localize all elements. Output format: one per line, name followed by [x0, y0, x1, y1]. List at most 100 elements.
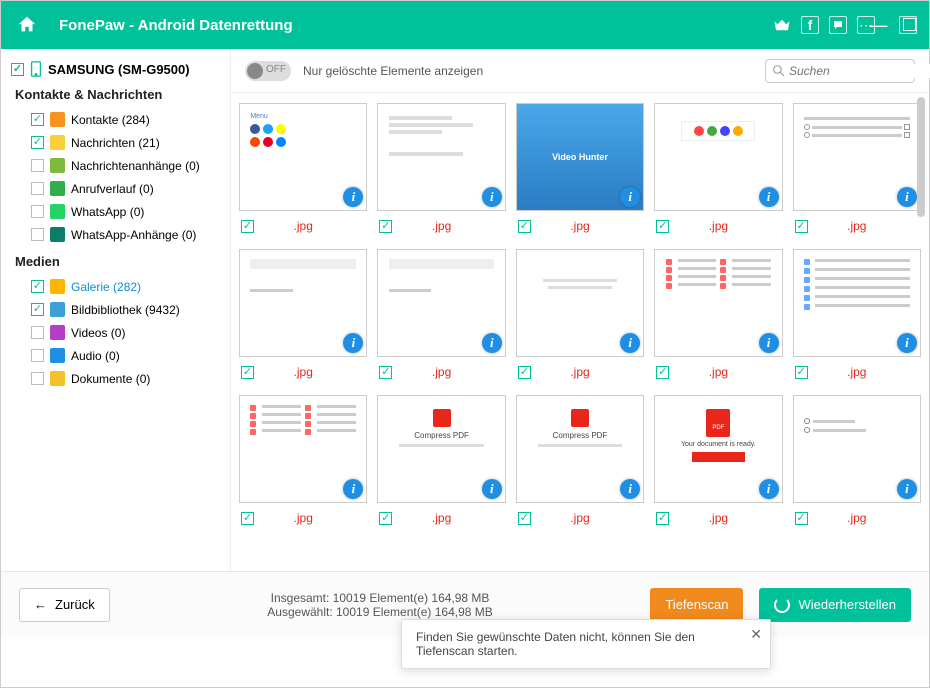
sidebar-item-8[interactable]: Videos (0) — [11, 321, 226, 344]
thumb-checkbox[interactable]: ✓ — [379, 366, 392, 379]
home-button[interactable] — [13, 11, 41, 39]
item-checkbox[interactable] — [31, 228, 44, 241]
item-checkbox[interactable]: ✓ — [31, 113, 44, 126]
thumbnail[interactable]: i — [239, 249, 367, 357]
sidebar-item-10[interactable]: Dokumente (0) — [11, 367, 226, 390]
thumbnail[interactable]: i — [793, 103, 921, 211]
thumb-checkbox[interactable]: ✓ — [379, 220, 392, 233]
scrollbar[interactable] — [917, 97, 925, 567]
thumb-checkbox[interactable]: ✓ — [241, 220, 254, 233]
arrow-left-icon: ← — [34, 597, 47, 612]
thumbnail-cell[interactable]: i✓.jpg — [377, 103, 505, 237]
back-button[interactable]: ← Zurück — [19, 588, 110, 622]
thumbnail-cell[interactable]: i✓.jpg — [793, 103, 921, 237]
item-checkbox[interactable] — [31, 326, 44, 339]
thumbnail-cell[interactable]: i✓.jpg — [516, 249, 644, 383]
info-icon[interactable]: i — [897, 333, 917, 353]
thumbnail[interactable]: i — [654, 103, 782, 211]
sidebar-item-4[interactable]: WhatsApp (0) — [11, 200, 226, 223]
item-checkbox[interactable] — [31, 182, 44, 195]
thumb-checkbox[interactable]: ✓ — [518, 220, 531, 233]
thumbnail-cell[interactable]: Menui✓.jpg — [239, 103, 367, 237]
thumbnail-cell[interactable]: PDFYour document is ready.i✓.jpg — [654, 395, 782, 529]
info-icon[interactable]: i — [482, 187, 502, 207]
sidebar-item-9[interactable]: Audio (0) — [11, 344, 226, 367]
deleted-only-toggle[interactable]: OFF — [245, 61, 291, 81]
thumbnail-cell[interactable]: i✓.jpg — [239, 249, 367, 383]
item-checkbox[interactable] — [31, 159, 44, 172]
thumb-checkbox[interactable]: ✓ — [241, 512, 254, 525]
thumbnail-cell[interactable]: i✓.jpg — [793, 249, 921, 383]
search-input[interactable] — [789, 64, 930, 78]
thumbnail-cell[interactable]: i✓.jpg — [654, 103, 782, 237]
thumbnail[interactable]: Compress PDFi — [377, 395, 505, 503]
sidebar-item-6[interactable]: ✓Galerie (282) — [11, 275, 226, 298]
thumbnail-cell[interactable]: Compress PDFi✓.jpg — [516, 395, 644, 529]
thumb-checkbox[interactable]: ✓ — [656, 366, 669, 379]
info-icon[interactable]: i — [759, 187, 779, 207]
thumbnail[interactable]: i — [793, 249, 921, 357]
thumb-checkbox[interactable]: ✓ — [795, 366, 808, 379]
thumbnail-cell[interactable]: i✓.jpg — [793, 395, 921, 529]
search-box[interactable] — [765, 59, 915, 83]
info-icon[interactable]: i — [759, 479, 779, 499]
thumbnail[interactable]: i — [377, 103, 505, 211]
thumb-checkbox[interactable]: ✓ — [518, 366, 531, 379]
sidebar-item-5[interactable]: WhatsApp-Anhänge (0) — [11, 223, 226, 246]
thumbnail[interactable]: Menui — [239, 103, 367, 211]
thumbnail[interactable]: i — [793, 395, 921, 503]
info-icon[interactable]: i — [482, 333, 502, 353]
item-checkbox[interactable] — [31, 205, 44, 218]
sidebar-item-1[interactable]: ✓Nachrichten (21) — [11, 131, 226, 154]
thumb-checkbox[interactable]: ✓ — [241, 366, 254, 379]
thumbnail-cell[interactable]: i✓.jpg — [239, 395, 367, 529]
sidebar-item-7[interactable]: ✓Bildbibliothek (9432) — [11, 298, 226, 321]
info-icon[interactable]: i — [759, 333, 779, 353]
item-checkbox[interactable]: ✓ — [31, 280, 44, 293]
thumb-checkbox[interactable]: ✓ — [656, 512, 669, 525]
deepscan-button[interactable]: Tiefenscan — [650, 588, 743, 622]
info-icon[interactable]: i — [620, 333, 640, 353]
sidebar-item-3[interactable]: Anrufverlauf (0) — [11, 177, 226, 200]
thumb-checkbox[interactable]: ✓ — [518, 512, 531, 525]
thumbnail[interactable]: Video Hunteri — [516, 103, 644, 211]
info-icon[interactable]: i — [343, 479, 363, 499]
feedback-icon[interactable] — [829, 16, 847, 34]
info-icon[interactable]: i — [620, 479, 640, 499]
info-icon[interactable]: i — [343, 187, 363, 207]
thumb-checkbox[interactable]: ✓ — [379, 512, 392, 525]
sidebar-item-label: Nachrichtenanhänge (0) — [71, 159, 200, 173]
item-checkbox[interactable]: ✓ — [31, 136, 44, 149]
device-checkbox[interactable]: ✓ — [11, 63, 24, 76]
info-icon[interactable]: i — [343, 333, 363, 353]
thumb-checkbox[interactable]: ✓ — [795, 512, 808, 525]
file-ext: .jpg — [709, 365, 728, 379]
thumbnail-cell[interactable]: Video Hunteri✓.jpg — [516, 103, 644, 237]
thumbnail[interactable]: i — [239, 395, 367, 503]
sidebar-item-0[interactable]: ✓Kontakte (284) — [11, 108, 226, 131]
sidebar-item-2[interactable]: Nachrichtenanhänge (0) — [11, 154, 226, 177]
minimize-button[interactable]: — — [869, 16, 887, 34]
thumbnail[interactable]: Compress PDFi — [516, 395, 644, 503]
premium-icon[interactable] — [773, 16, 791, 34]
thumbnail-cell[interactable]: i✓.jpg — [377, 249, 505, 383]
item-checkbox[interactable] — [31, 349, 44, 362]
thumbnail-cell[interactable]: Compress PDFi✓.jpg — [377, 395, 505, 529]
thumbnail[interactable]: i — [654, 249, 782, 357]
item-checkbox[interactable]: ✓ — [31, 303, 44, 316]
tooltip-close[interactable]: ✕ — [750, 626, 762, 643]
maximize-button[interactable]: ☐ — [901, 16, 917, 34]
info-icon[interactable]: i — [897, 479, 917, 499]
facebook-icon[interactable]: f — [801, 16, 819, 34]
item-checkbox[interactable] — [31, 372, 44, 385]
thumbnail-cell[interactable]: i ✓ .jpg — [654, 249, 782, 383]
info-icon[interactable]: i — [897, 187, 917, 207]
thumb-checkbox[interactable]: ✓ — [795, 220, 808, 233]
info-icon[interactable]: i — [482, 479, 502, 499]
device-row[interactable]: ✓ SAMSUNG (SM-G9500) — [11, 61, 226, 77]
thumb-checkbox[interactable]: ✓ — [656, 220, 669, 233]
thumbnail[interactable]: i — [377, 249, 505, 357]
recover-button[interactable]: Wiederherstellen — [759, 588, 911, 622]
thumbnail[interactable]: i — [516, 249, 644, 357]
thumbnail[interactable]: PDFYour document is ready.i — [654, 395, 782, 503]
